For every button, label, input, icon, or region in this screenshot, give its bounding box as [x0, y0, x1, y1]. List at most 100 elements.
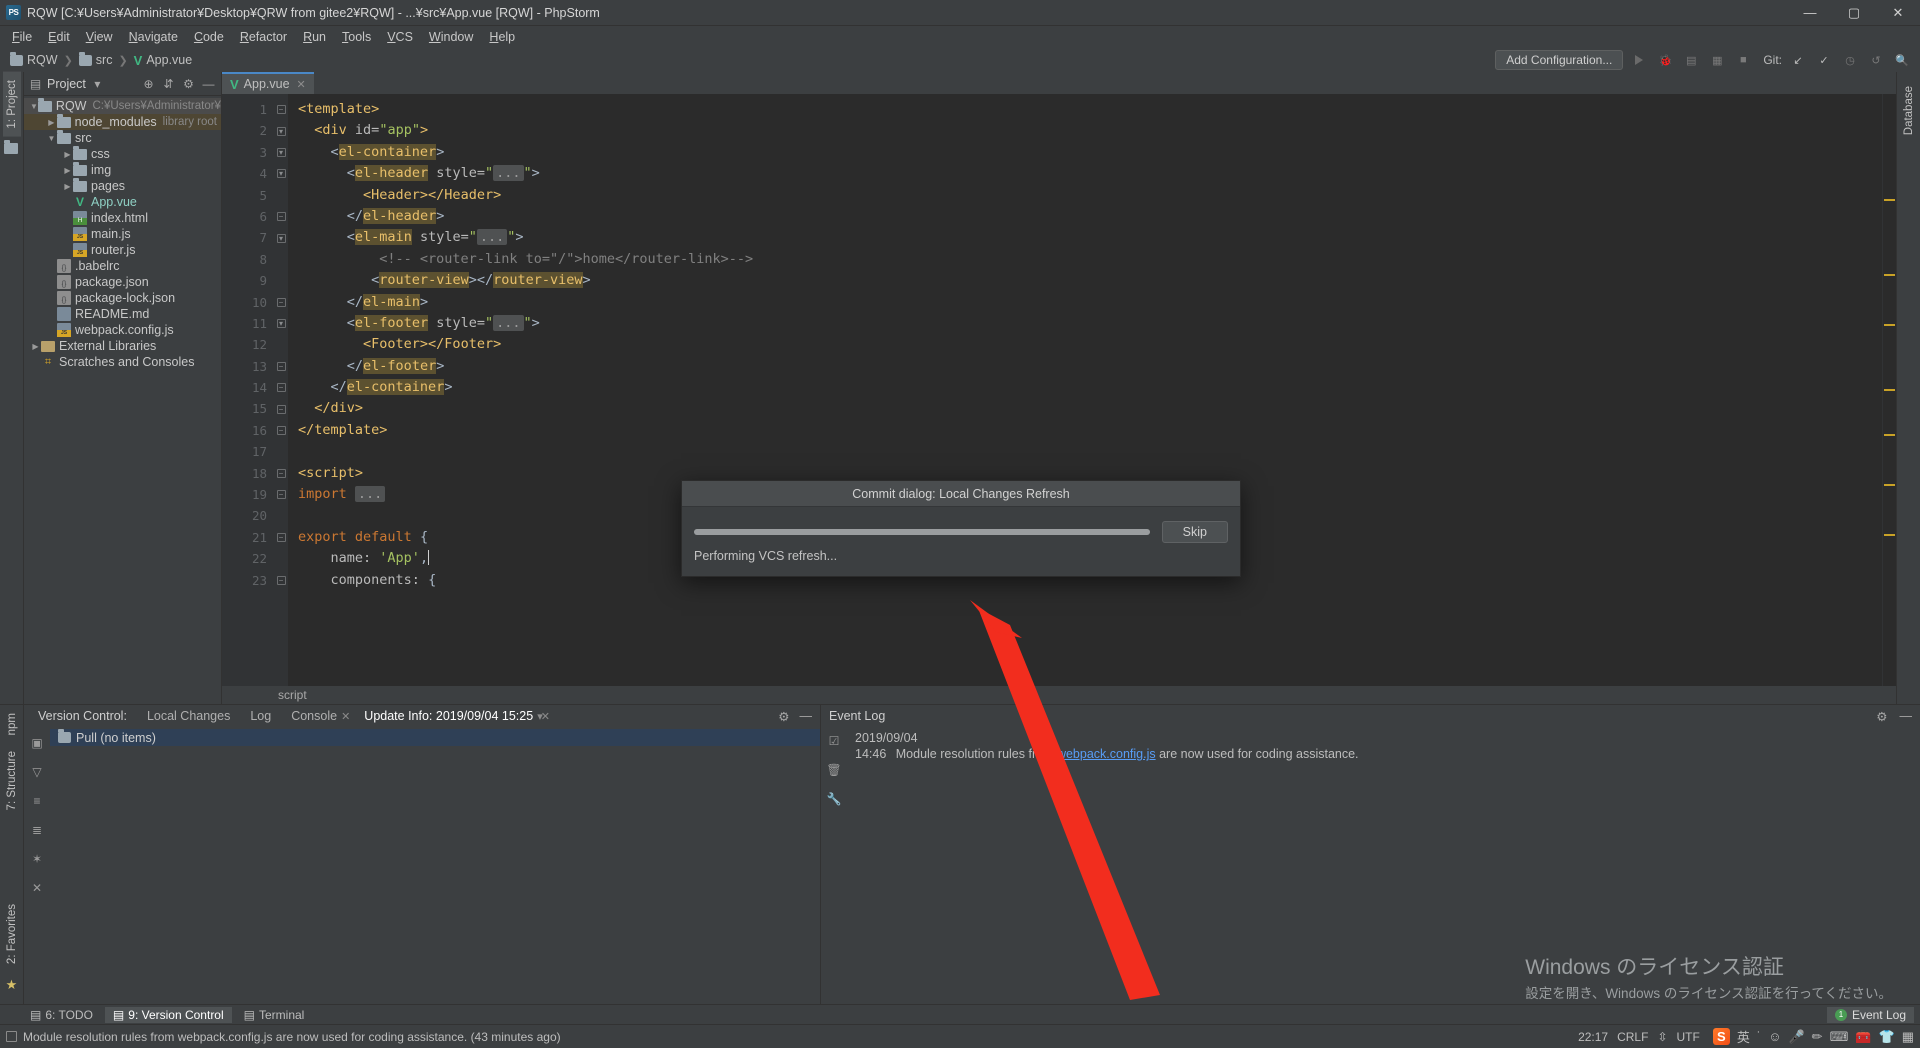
tree-item-readme-md[interactable]: README.md — [24, 306, 221, 322]
tree-item-external-libraries[interactable]: External Libraries — [24, 338, 221, 354]
search-icon[interactable]: 🔍 — [1892, 50, 1912, 70]
tree-item-rqw[interactable]: RQW C:¥Users¥Administrator¥Desktop¥ — [24, 98, 221, 114]
skip-button[interactable]: Skip — [1161, 521, 1228, 543]
toolbox-icon[interactable]: 🧰 — [1855, 1029, 1871, 1045]
warning-marker[interactable] — [1884, 324, 1895, 326]
pen-icon[interactable]: ✏ — [1812, 1029, 1823, 1045]
refresh-icon[interactable]: ✶ — [30, 851, 45, 866]
tool-tab-favorites[interactable]: 2: Favorites — [3, 896, 21, 972]
fold-marker-down[interactable]: ▾ — [274, 227, 288, 248]
code-line[interactable]: <div id="app"> — [288, 120, 1882, 141]
tree-item-package-json[interactable]: package.json — [24, 274, 221, 290]
settings-gear-icon[interactable]: ⚙ — [1876, 709, 1887, 724]
code-line[interactable]: </div> — [288, 398, 1882, 419]
maximize-icon[interactable]: ▢ — [1832, 0, 1876, 26]
menu-item-code[interactable]: Code — [186, 28, 232, 46]
code-line[interactable]: </el-header> — [288, 206, 1882, 227]
menu-item-tools[interactable]: Tools — [334, 28, 379, 46]
chevron-down-icon[interactable]: ▾ — [91, 77, 104, 91]
tool-window-tab-9-version-control[interactable]: ▤ 9: Version Control — [104, 1006, 232, 1023]
warning-marker[interactable] — [1884, 534, 1895, 536]
code-line[interactable]: </template> — [288, 420, 1882, 441]
menu-item-refactor[interactable]: Refactor — [232, 28, 295, 46]
vc-tab-4[interactable]: Update Info: 2019/09/04 15:25 — [354, 707, 543, 725]
hide-panel-icon[interactable]: — — [202, 77, 215, 91]
fold-marker-up[interactable]: − — [274, 420, 288, 441]
code-line[interactable]: <el-container> — [288, 142, 1882, 163]
code-line[interactable]: </el-footer> — [288, 356, 1882, 377]
tool-tab-project[interactable]: 1: Project — [2, 72, 21, 137]
trash-icon[interactable]: 🗑 — [826, 762, 841, 777]
code-line[interactable]: </el-main> — [288, 292, 1882, 313]
version-control-list[interactable]: Pull (no items) — [50, 727, 820, 1004]
collapse-all-icon[interactable]: ⇵ — [162, 77, 175, 91]
vc-tab-2[interactable]: Log — [240, 707, 281, 725]
line-separator-chevron-icon[interactable]: ⇳ — [1657, 1030, 1667, 1044]
group-by-icon[interactable]: ▣ — [30, 735, 45, 750]
project-tree[interactable]: RQW C:¥Users¥Administrator¥Desktop¥ node_m… — [24, 96, 221, 704]
close-icon[interactable]: ✕ — [30, 880, 45, 895]
keyboard-icon[interactable]: ⌨ — [1830, 1029, 1849, 1045]
code-line[interactable]: <Header></Header> — [288, 185, 1882, 206]
settings-gear-icon[interactable]: ⚙ — [778, 709, 789, 724]
menu-item-edit[interactable]: Edit — [40, 28, 78, 46]
close-icon[interactable]: ✕ — [1876, 0, 1920, 26]
fold-marker-up[interactable]: − — [274, 398, 288, 419]
emoji-icon[interactable]: ☺ — [1768, 1029, 1781, 1044]
tree-item--babelrc[interactable]: .babelrc — [24, 258, 221, 274]
chevron-down-icon[interactable] — [30, 102, 38, 111]
fold-marker-up[interactable]: − — [274, 356, 288, 377]
fold-marker-minus[interactable]: − — [274, 463, 288, 484]
tree-item-package-lock-json[interactable]: package-lock.json — [24, 290, 221, 306]
warning-marker[interactable] — [1884, 484, 1895, 486]
tree-item-index-html[interactable]: index.html — [24, 210, 221, 226]
collapse-icon[interactable]: ≣ — [30, 822, 45, 837]
fold-marker-minus[interactable]: − — [274, 99, 288, 120]
git-revert-icon[interactable]: ↺ — [1866, 50, 1886, 70]
code-line[interactable]: <Footer></Footer> — [288, 334, 1882, 355]
tree-item-scratches-and-consoles[interactable]: ⌗ Scratches and Consoles — [24, 354, 221, 370]
tree-item-css[interactable]: css — [24, 146, 221, 162]
fold-marker-up[interactable]: − — [274, 206, 288, 227]
tree-item-router-js[interactable]: router.js — [24, 242, 221, 258]
sogou-ime-icon[interactable]: S — [1712, 1028, 1730, 1045]
code-line[interactable] — [288, 441, 1882, 462]
tree-item-webpack-config-js[interactable]: webpack.config.js — [24, 322, 221, 338]
filter-icon[interactable]: ▽ — [30, 764, 45, 779]
fold-marker-down[interactable]: ▾ — [274, 163, 288, 184]
line-separator-indicator[interactable]: CRLF — [1617, 1030, 1648, 1044]
code-line[interactable]: <!-- <router-link to="/">home</router-li… — [288, 249, 1882, 270]
tool-window-tab-terminal[interactable]: ▤ Terminal — [236, 1007, 313, 1023]
punctuation-icon[interactable]: ˙ — [1757, 1029, 1761, 1044]
ime-mode-indicator[interactable]: 英 — [1737, 1027, 1750, 1046]
warning-marker[interactable] — [1884, 389, 1895, 391]
close-icon[interactable]: ✕ — [541, 710, 550, 723]
git-history-icon[interactable]: ◷ — [1840, 50, 1860, 70]
breadcrumb-src[interactable]: src — [75, 51, 117, 68]
expand-icon[interactable]: ≡ — [30, 793, 45, 808]
chevron-right-icon[interactable] — [46, 118, 57, 127]
stop-icon[interactable]: ■ — [1733, 50, 1753, 70]
tree-item-app-vue[interactable]: V App.vue — [24, 194, 221, 210]
profile-icon[interactable]: ▦ — [1707, 50, 1727, 70]
close-icon[interactable]: ✕ — [297, 78, 306, 91]
tab-app-vue[interactable]: V App.vue ✕ — [222, 72, 314, 94]
code-line[interactable]: <router-view></router-view> — [288, 270, 1882, 291]
menu-item-view[interactable]: View — [78, 28, 121, 46]
menu-item-help[interactable]: Help — [481, 28, 523, 46]
chevron-right-icon[interactable] — [62, 166, 73, 175]
code-folding-gutter[interactable]: − ▾ ▾ ▾ − ▾ − ▾ − − − − − − − − — [274, 94, 288, 686]
vc-tab-1[interactable]: Local Changes — [137, 707, 240, 725]
list-item[interactable]: Pull (no items) — [50, 729, 820, 746]
fold-marker-down[interactable]: ▾ — [274, 313, 288, 334]
webpack-config-link[interactable]: webpack.config.js — [1057, 747, 1156, 761]
breadcrumb-rqw[interactable]: RQW — [6, 51, 62, 68]
tool-window-tab-6-todo[interactable]: ▤ 6: TODO — [22, 1007, 101, 1023]
microphone-icon[interactable]: 🎤 — [1788, 1029, 1804, 1045]
git-commit-icon[interactable]: ✓ — [1814, 50, 1834, 70]
breadcrumb-appvue[interactable]: V App.vue — [130, 52, 197, 68]
chevron-right-icon[interactable] — [62, 182, 73, 191]
tool-tab-database[interactable]: Database — [1900, 78, 1918, 143]
fold-marker-up[interactable]: − — [274, 377, 288, 398]
code-line[interactable]: </el-container> — [288, 377, 1882, 398]
